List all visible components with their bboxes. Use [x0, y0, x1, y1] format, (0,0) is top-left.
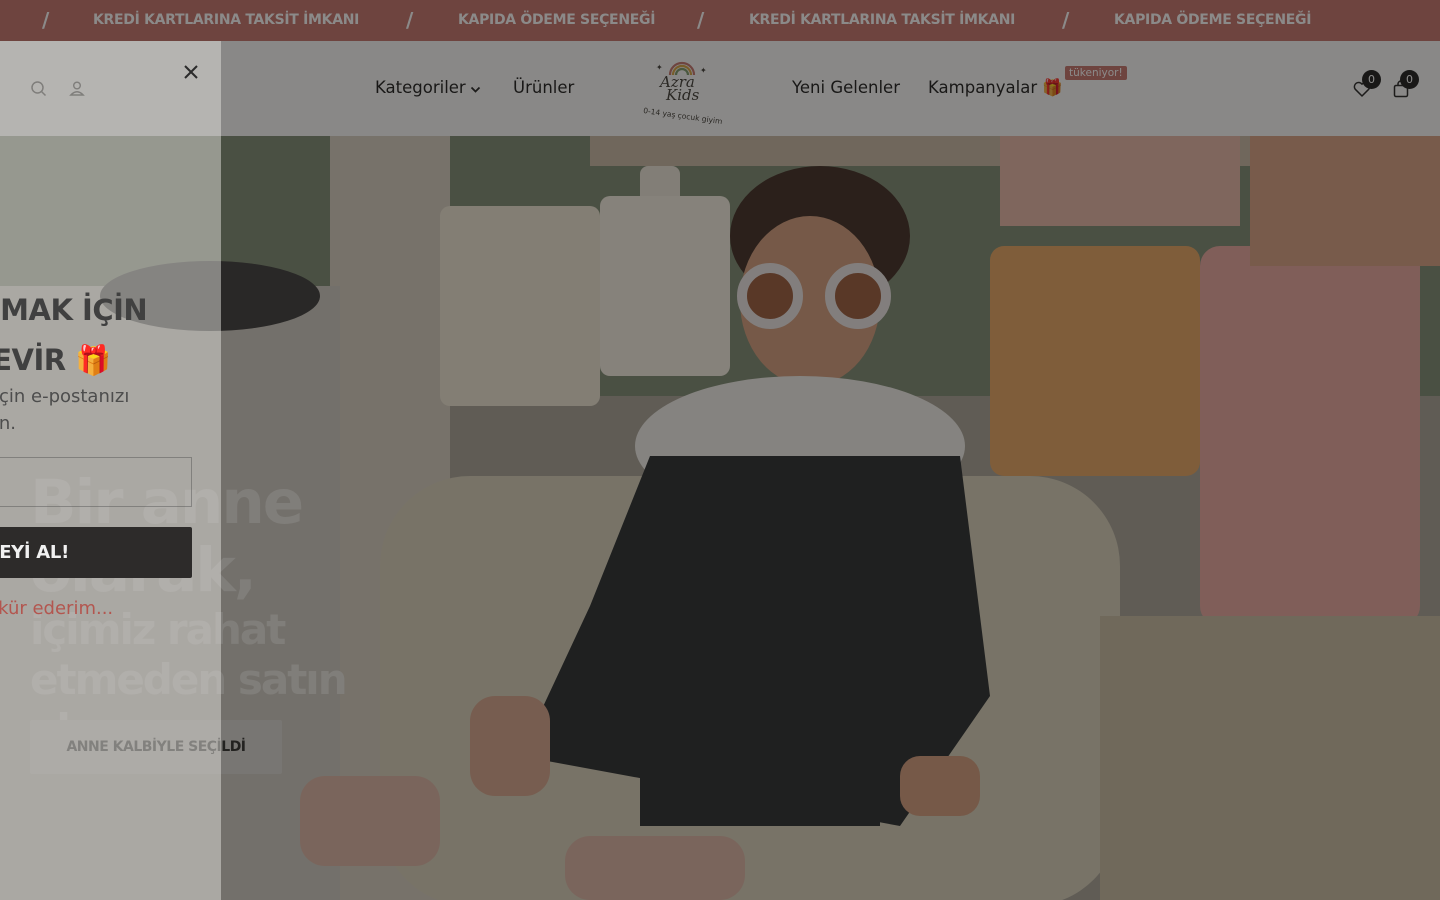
close-icon[interactable]	[180, 61, 202, 83]
popup-subtitle-line: Şansı için e-postanızı	[0, 386, 130, 407]
popup-submit-button[interactable]: HEDİYEYİ AL!	[0, 527, 192, 578]
popup-decline-link[interactable]: Hayır, teşekkür ederim...	[0, 598, 113, 619]
popup-title-line: ÇARKI ÇEVİR 🎁	[0, 343, 111, 377]
popup-subtitle: Şansı için e-postanızı girin.	[0, 383, 200, 437]
popup-subtitle-line: girin.	[0, 413, 16, 434]
popup-title-line: KAZANMAK İÇİN	[0, 293, 148, 327]
email-field[interactable]	[0, 457, 192, 507]
popup-title: KAZANMAK İÇİN ÇARKI ÇEVİR 🎁	[0, 285, 148, 385]
newsletter-popup: KAZANMAK İÇİN ÇARKI ÇEVİR 🎁 Şansı için e…	[0, 41, 221, 900]
